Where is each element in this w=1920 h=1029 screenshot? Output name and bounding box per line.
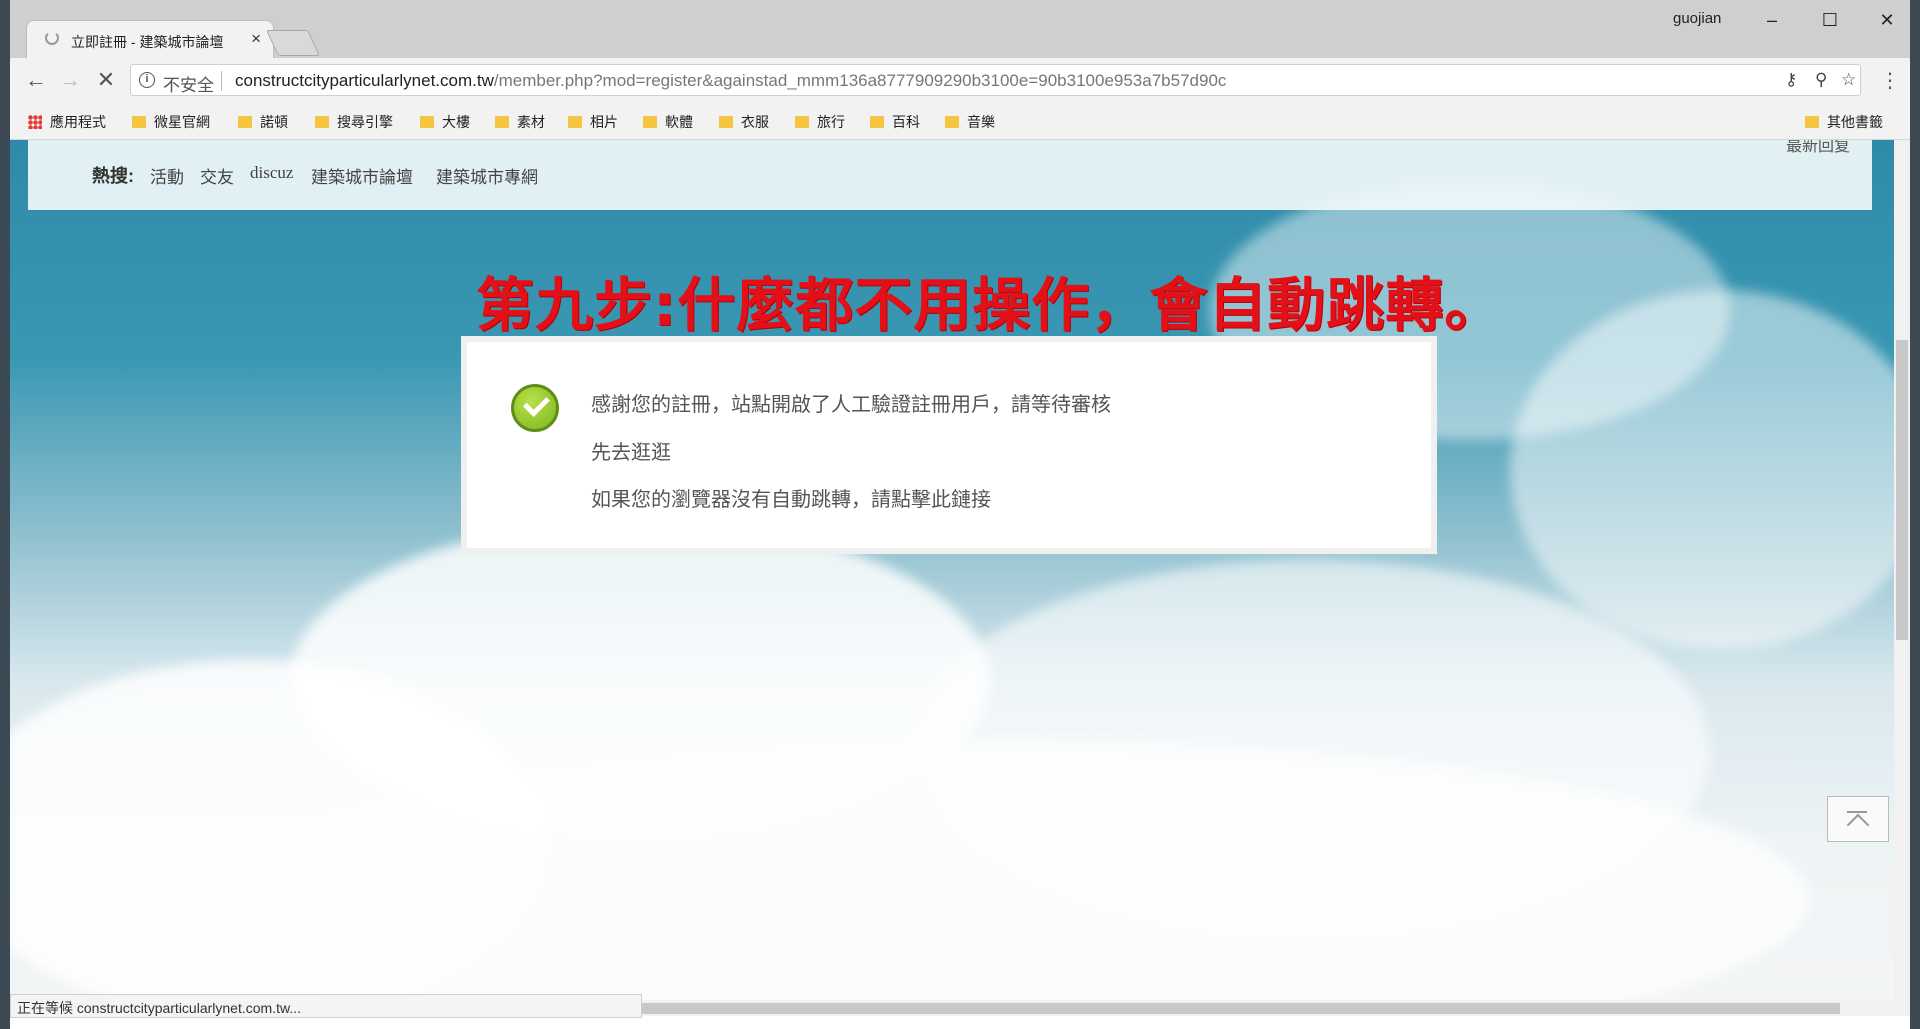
hot-link[interactable]: 活動 [150,163,184,188]
minimize-icon[interactable]: – [1757,6,1787,34]
forward-icon[interactable]: → [56,66,84,94]
page-content: 最新回复 熱搜: 活動 交友 discuz 建築城市論壇 建築城市專網 第九步:… [10,140,1894,1016]
bookmark-folder[interactable]: 音樂 [945,112,995,132]
check-icon [511,384,559,432]
stop-icon[interactable]: ✕ [92,66,120,94]
bookmark-folder[interactable]: 衣服 [719,112,769,132]
bookmark-folder[interactable]: 微星官網 [132,112,210,132]
scroll-thumb[interactable] [1896,340,1908,640]
star-icon[interactable]: ☆ [1841,70,1856,90]
hot-search-bar: 最新回复 熱搜: 活動 交友 discuz 建築城市論壇 建築城市專網 [28,140,1872,210]
bookmark-label: 素材 [517,114,545,130]
apps-icon [28,115,42,129]
folder-icon [643,116,657,128]
bookmark-label: 相片 [590,114,618,130]
bookmark-label: 大樓 [442,114,470,130]
bookmark-label: 微星官網 [154,114,210,130]
bookmark-folder[interactable]: 相片 [568,112,618,132]
toolbar: ← → ✕ i 不安全 constructcityparticularlynet… [10,58,1910,104]
window-close-icon[interactable]: ✕ [1872,6,1902,34]
bookmark-label: 百科 [892,114,920,130]
bookmark-folder[interactable]: 搜尋引擎 [315,112,393,132]
back-to-top-button[interactable] [1827,796,1889,842]
success-message: 感謝您的註冊，站點開啟了人工驗證註冊用戶，請等待審核 [591,394,1111,416]
vertical-scrollbar[interactable] [1894,140,1910,1016]
hot-link[interactable]: 建築城市論壇 [311,163,413,188]
profile-name[interactable]: guojian [1673,10,1721,27]
new-tab-button[interactable] [265,30,321,56]
bookmark-label: 搜尋引擎 [337,114,393,130]
key-icon[interactable]: ⚷ [1785,70,1797,90]
redirect-link[interactable]: 如果您的瀏覽器沒有自動跳轉，請點擊此鏈接 [591,483,991,512]
browser-window: 立即註冊 - 建築城市論壇 × guojian – ☐ ✕ ← → ✕ i 不安… [10,0,1910,1029]
bookmark-label: 諾頓 [260,114,288,130]
latest-reply-link[interactable]: 最新回复 [1786,140,1850,156]
folder-icon [795,116,809,128]
step-annotation: 第九步:什麼都不用操作，會自動跳轉。 [476,271,1504,339]
bookmark-label: 衣服 [741,114,769,130]
title-bar: 立即註冊 - 建築城市論壇 × guojian – ☐ ✕ [10,0,1910,58]
hot-link[interactable]: discuz [250,163,293,183]
info-icon[interactable]: i [139,72,155,88]
folder-icon [420,116,434,128]
folder-icon [495,116,509,128]
register-message-box: 感謝您的註冊，站點開啟了人工驗證註冊用戶，請等待審核 先去逛逛 如果您的瀏覽器沒… [461,336,1437,554]
bookmark-label: 音樂 [967,114,995,130]
url-path: /member.php?mod=register&againstad_mmm13… [493,71,1227,90]
back-to-top-arrow [1846,813,1870,837]
folder-icon [238,116,252,128]
url-text[interactable]: constructcityparticularlynet.com.tw/memb… [235,71,1226,91]
browse-link[interactable]: 先去逛逛 [591,436,671,465]
folder-icon [870,116,884,128]
address-bar[interactable]: i 不安全 constructcityparticularlynet.com.t… [130,64,1861,96]
bookmark-label: 軟體 [665,114,693,130]
security-label[interactable]: 不安全 [163,71,214,96]
bookmark-apps[interactable]: 應用程式 [28,112,106,132]
status-bar: 正在等候 constructcityparticularlynet.com.tw… [10,994,642,1018]
bookmark-folder[interactable]: 大樓 [420,112,470,132]
hot-link[interactable]: 建築城市專網 [436,163,538,188]
folder-icon [315,116,329,128]
omnibox-divider [221,71,222,91]
bookmark-folder[interactable]: 百科 [870,112,920,132]
spinner-icon [45,31,59,45]
bookmark-folder[interactable]: 諾頓 [238,112,288,132]
bookmark-folder[interactable]: 旅行 [795,112,845,132]
bookmark-folder[interactable]: 素材 [495,112,545,132]
bookmark-folder[interactable]: 軟體 [643,112,693,132]
hot-link[interactable]: 交友 [200,163,234,188]
tab-register[interactable]: 立即註冊 - 建築城市論壇 × [26,20,274,58]
bookmark-label: 其他書籤 [1827,114,1883,130]
tab-title: 立即註冊 - 建築城市論壇 [71,34,224,50]
bookmarks-bar: 應用程式 微星官網 諾頓 搜尋引擎 大樓 素材 相片 軟體 衣服 旅行 百科 音… [10,104,1910,140]
folder-icon [1805,116,1819,128]
zoom-icon[interactable]: ⚲ [1815,70,1827,90]
maximize-icon[interactable]: ☐ [1815,6,1845,34]
folder-icon [945,116,959,128]
folder-icon [568,116,582,128]
other-bookmarks[interactable]: 其他書籤 [1805,112,1883,132]
folder-icon [719,116,733,128]
url-host: constructcityparticularlynet.com.tw [235,71,494,90]
bookmark-label: 應用程式 [50,114,106,130]
back-icon[interactable]: ← [22,66,50,94]
folder-icon [132,116,146,128]
menu-icon[interactable]: ⋮ [1880,68,1900,93]
hot-search-label: 熱搜: [92,166,134,186]
bookmark-label: 旅行 [817,114,845,130]
close-icon[interactable]: × [251,29,261,49]
